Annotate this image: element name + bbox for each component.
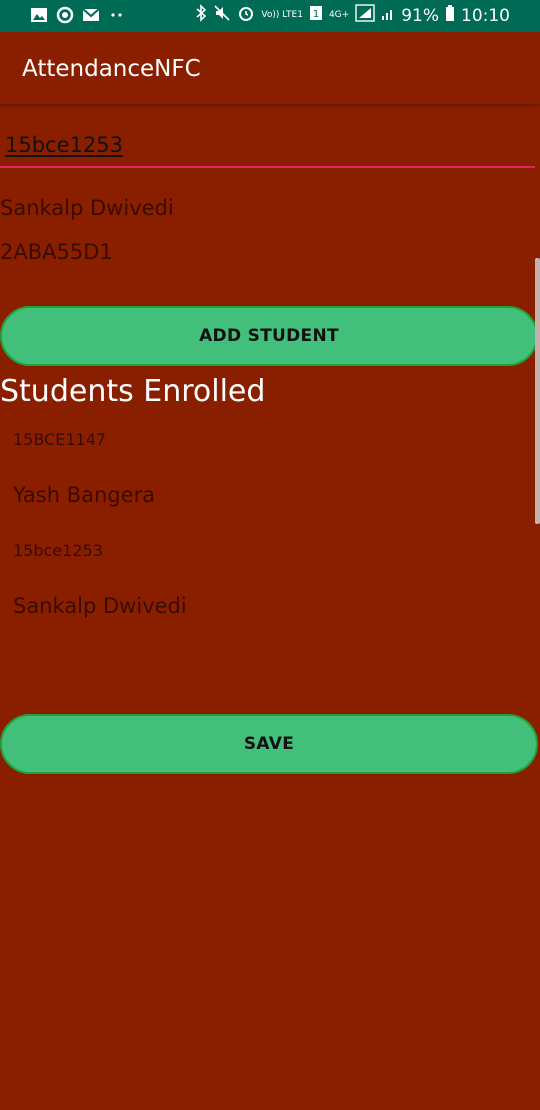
signal-icon [355, 4, 375, 27]
image-icon [30, 6, 48, 24]
registration-input[interactable]: 15bce1253 [0, 122, 535, 168]
add-student-button[interactable]: ADD STUDENT [0, 306, 538, 366]
list-item-name: Yash Bangera [13, 483, 156, 507]
status-bar: Vo)) LTE1 1 4G+ 91% 10:10 [0, 0, 540, 32]
sim-icon: 1 [309, 4, 323, 27]
scrollbar[interactable] [535, 258, 540, 524]
network-4g-indicator: 4G+ [328, 10, 350, 20]
app-bar: AttendanceNFC [0, 32, 540, 104]
save-button[interactable]: SAVE [0, 714, 538, 774]
mute-icon [213, 4, 231, 27]
signal-icon-2 [381, 4, 395, 27]
status-left-icons [30, 6, 126, 24]
volte-indicator: Vo)) LTE1 [261, 10, 303, 20]
registration-input-value[interactable]: 15bce1253 [5, 133, 123, 157]
student-name-text: Sankalp Dwivedi [0, 196, 174, 220]
bluetooth-icon [195, 4, 207, 27]
list-item[interactable]: 15bce1253 Sankalp Dwivedi [13, 531, 523, 642]
alarm-icon [237, 4, 255, 27]
list-item[interactable]: 15BCE1147 Yash Bangera [13, 420, 523, 531]
battery-percent: 91% [401, 5, 439, 26]
nfc-tag-text: 2ABA55D1 [0, 240, 113, 264]
students-enrolled-heading: Students Enrolled [0, 374, 266, 409]
sync-icon [56, 6, 74, 24]
dots-icon [108, 6, 126, 24]
app-title: AttendanceNFC [22, 56, 201, 82]
mail-icon [82, 6, 100, 24]
list-item-reg: 15bce1253 [13, 541, 103, 560]
battery-icon [445, 4, 455, 27]
status-right: Vo)) LTE1 1 4G+ 91% 10:10 [195, 4, 510, 27]
enrolled-list: 15BCE1147 Yash Bangera 15bce1253 Sankalp… [13, 420, 523, 642]
clock: 10:10 [461, 5, 510, 26]
list-item-name: Sankalp Dwivedi [13, 594, 187, 618]
svg-text:1: 1 [313, 9, 319, 20]
list-item-reg: 15BCE1147 [13, 430, 107, 449]
